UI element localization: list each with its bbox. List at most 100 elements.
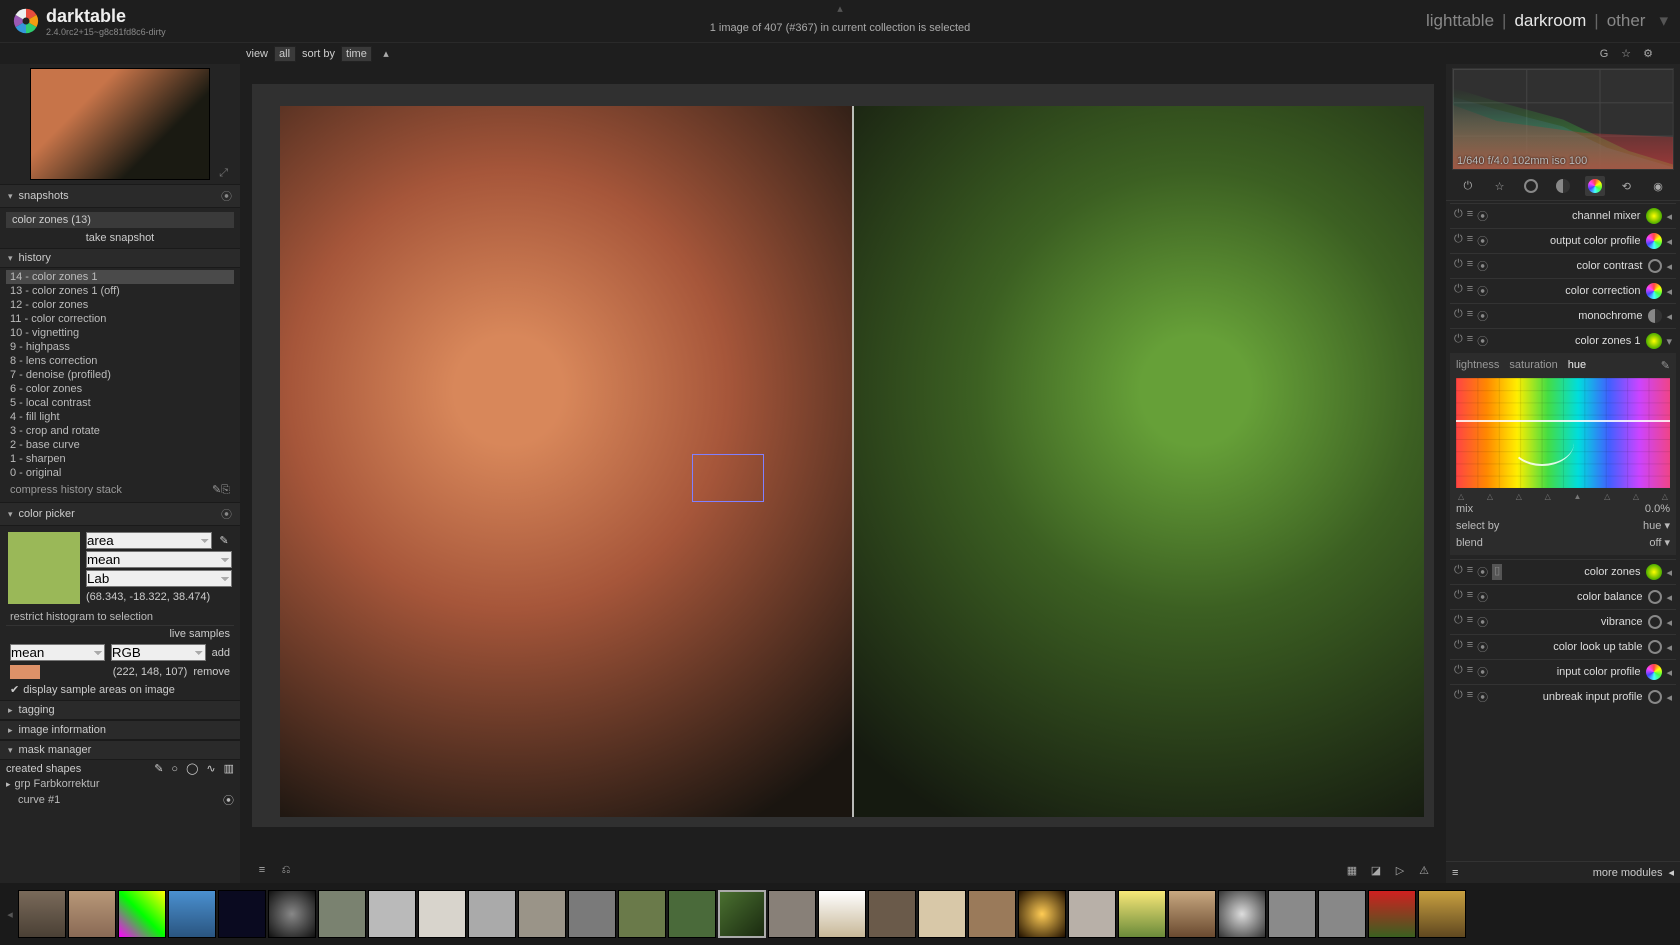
compress-history-button[interactable]: compress history stack bbox=[10, 484, 122, 496]
filmstrip-thumb[interactable] bbox=[1368, 890, 1416, 938]
snapshots-reset-icon[interactable]: ⦿ bbox=[221, 188, 232, 204]
picker-mode-select[interactable]: area bbox=[86, 532, 212, 549]
mask-ellipse-icon[interactable]: ◯ bbox=[186, 762, 198, 775]
restrict-histogram-label[interactable]: restrict histogram to selection bbox=[6, 609, 234, 625]
snapshots-header[interactable]: ▾snapshots ⦿ bbox=[0, 184, 240, 208]
history-item[interactable]: 0 - original bbox=[6, 466, 234, 480]
module-row[interactable]: ⏻≡⦿ color contrast ◂ bbox=[1450, 253, 1676, 278]
group-basic-icon[interactable] bbox=[1521, 176, 1541, 196]
filmstrip-thumb[interactable] bbox=[1418, 890, 1466, 938]
filmstrip-thumb[interactable] bbox=[168, 890, 216, 938]
history-item[interactable]: 12 - color zones bbox=[6, 298, 234, 312]
cz-eyedropper-icon[interactable]: ✎ bbox=[1661, 359, 1670, 372]
sample-stat-select[interactable]: mean bbox=[10, 644, 105, 661]
sort-select[interactable]: time bbox=[341, 46, 372, 62]
softproof-icon[interactable]: ▷ bbox=[1392, 862, 1408, 878]
filmstrip-thumb[interactable] bbox=[368, 890, 416, 938]
mask-brush-icon[interactable]: ✎ bbox=[154, 762, 163, 775]
module-row[interactable]: ⏻≡⦿ output color profile ◂ bbox=[1450, 228, 1676, 253]
history-item[interactable]: 6 - color zones bbox=[6, 382, 234, 396]
history-item[interactable]: 11 - color correction bbox=[6, 312, 234, 326]
gamut-icon[interactable]: ⚠ bbox=[1416, 862, 1432, 878]
create-style-icon[interactable]: ✎⎘ bbox=[212, 483, 230, 497]
navigation-thumbnail[interactable] bbox=[30, 68, 210, 180]
group-correct-icon[interactable]: ⟲ bbox=[1616, 176, 1636, 196]
remove-sample-button[interactable]: remove bbox=[193, 666, 230, 678]
view-darkroom[interactable]: darkroom bbox=[1514, 11, 1586, 31]
filmstrip-thumb[interactable] bbox=[918, 890, 966, 938]
cz-tab-hue[interactable]: hue bbox=[1568, 359, 1586, 372]
snapshot-split-line[interactable] bbox=[852, 106, 854, 817]
module-expand-icon[interactable]: ◂ bbox=[1666, 210, 1672, 223]
image-info-header[interactable]: ▸image information bbox=[0, 720, 240, 740]
sort-direction-icon[interactable]: ▴ bbox=[378, 46, 394, 62]
styles-icon[interactable]: ⎌ bbox=[278, 862, 294, 878]
display-samples-checkbox[interactable]: ✔ bbox=[10, 683, 19, 696]
history-item[interactable]: 8 - lens correction bbox=[6, 354, 234, 368]
filmstrip-thumb[interactable] bbox=[1218, 890, 1266, 938]
cz-select-dropdown[interactable]: ▾ bbox=[1664, 520, 1670, 532]
module-power-icon[interactable]: ⏻ bbox=[1454, 208, 1463, 224]
mask-group-item[interactable]: grp Farbkorrektur bbox=[15, 778, 100, 790]
more-modules-button[interactable]: more modules bbox=[1593, 867, 1663, 879]
history-item[interactable]: 5 - local contrast bbox=[6, 396, 234, 410]
filmstrip-thumb[interactable] bbox=[668, 890, 716, 938]
history-item[interactable]: 10 - vignetting bbox=[6, 326, 234, 340]
filmstrip-thumb[interactable] bbox=[868, 890, 916, 938]
view-lighttable[interactable]: lighttable bbox=[1426, 11, 1494, 31]
thumb-expand-icon[interactable]: ⤢ bbox=[219, 167, 228, 180]
add-sample-button[interactable]: add bbox=[212, 647, 230, 659]
history-header[interactable]: ▾history bbox=[0, 248, 240, 268]
presets-icon[interactable]: ≡ bbox=[254, 862, 270, 878]
clipping-icon[interactable]: ◪ bbox=[1368, 862, 1384, 878]
filmstrip-thumb-selected[interactable] bbox=[718, 890, 766, 938]
history-item[interactable]: 2 - base curve bbox=[6, 438, 234, 452]
module-row[interactable]: ⏻≡⦿ monochrome ◂ bbox=[1450, 303, 1676, 328]
module-row[interactable]: ⏻≡⦿ channel mixer ◂ bbox=[1450, 203, 1676, 228]
module-row[interactable]: ⏻≡⦿ color zones 1 ▾ bbox=[1450, 328, 1676, 353]
group-favorites-icon[interactable]: ☆ bbox=[1490, 176, 1510, 196]
picker-space-select[interactable]: Lab bbox=[86, 570, 232, 587]
module-row[interactable]: ⏻≡⦿ color balance ◂ bbox=[1450, 584, 1676, 609]
module-reset-icon[interactable]: ⦿ bbox=[1477, 208, 1488, 224]
more-modules-expand-icon[interactable]: ≡ bbox=[1452, 867, 1458, 879]
main-image[interactable] bbox=[280, 106, 1424, 817]
mask-manager-header[interactable]: ▾mask manager bbox=[0, 740, 240, 760]
more-modules-arrow-icon[interactable]: ◂ bbox=[1668, 866, 1674, 879]
history-item[interactable]: 1 - sharpen bbox=[6, 452, 234, 466]
filmstrip-thumb[interactable] bbox=[818, 890, 866, 938]
cz-tab-lightness[interactable]: lightness bbox=[1456, 359, 1499, 372]
filmstrip-thumb[interactable] bbox=[218, 890, 266, 938]
mask-circle-icon[interactable]: ○ bbox=[171, 763, 178, 775]
filmstrip-thumb[interactable] bbox=[468, 890, 516, 938]
filmstrip-thumb[interactable] bbox=[118, 890, 166, 938]
filmstrip-thumb[interactable] bbox=[568, 890, 616, 938]
snapshot-item[interactable]: color zones (13) bbox=[6, 212, 234, 228]
history-item[interactable]: 9 - highpass bbox=[6, 340, 234, 354]
filmstrip-thumb[interactable] bbox=[18, 890, 66, 938]
tagging-header[interactable]: ▸tagging bbox=[0, 700, 240, 720]
color-picker-reset-icon[interactable]: ⦿ bbox=[221, 506, 232, 522]
mask-curve-item[interactable]: curve #1 bbox=[18, 794, 60, 806]
history-item[interactable]: 13 - color zones 1 (off) bbox=[6, 284, 234, 298]
history-item[interactable]: 4 - fill light bbox=[6, 410, 234, 424]
module-row[interactable]: ⏻≡⦿▯ color zones ◂ bbox=[1450, 559, 1676, 584]
filmstrip-scroll-left[interactable]: ◂ bbox=[4, 908, 16, 921]
view-filter-select[interactable]: all bbox=[274, 46, 296, 62]
picker-area-rect[interactable] bbox=[692, 454, 764, 502]
color-zones-graph[interactable] bbox=[1456, 378, 1670, 488]
take-snapshot-button[interactable]: take snapshot bbox=[6, 230, 234, 246]
sample-space-select[interactable]: RGB bbox=[111, 644, 206, 661]
module-row[interactable]: ⏻≡⦿ unbreak input profile ◂ bbox=[1450, 684, 1676, 709]
history-item[interactable]: 3 - crop and rotate bbox=[6, 424, 234, 438]
filmstrip-thumb[interactable] bbox=[618, 890, 666, 938]
filmstrip-thumb[interactable] bbox=[1268, 890, 1316, 938]
filmstrip-thumb[interactable] bbox=[768, 890, 816, 938]
cz-blend-dropdown[interactable]: ▾ bbox=[1664, 537, 1670, 549]
filmstrip-thumb[interactable] bbox=[1118, 890, 1166, 938]
group-color-icon[interactable] bbox=[1585, 176, 1605, 196]
histogram[interactable]: 1/640 f/4.0 102mm iso 100 bbox=[1452, 68, 1674, 170]
mask-item-reset-icon[interactable]: ⦿ bbox=[223, 792, 234, 808]
module-row[interactable]: ⏻≡⦿ vibrance ◂ bbox=[1450, 609, 1676, 634]
group-active-icon[interactable]: ⏻ bbox=[1458, 176, 1478, 196]
